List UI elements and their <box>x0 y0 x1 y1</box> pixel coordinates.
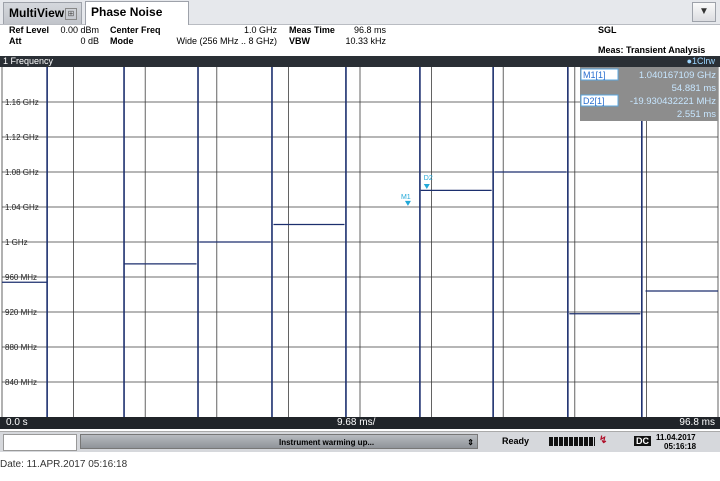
meas-time-label: Meas Time <box>289 25 335 35</box>
y-tick-label: 960 MHz <box>5 273 37 282</box>
d2-marker-tag: D2 <box>424 175 433 182</box>
x-axis-bar: 0.0 s 9.68 ms/ 96.8 ms <box>0 417 720 429</box>
mode-label: Mode <box>110 36 134 46</box>
x-axis-start: 0.0 s <box>6 417 28 428</box>
panel-title: 1 Frequency <box>3 56 54 66</box>
status-time: 05:16:18 <box>664 442 697 451</box>
center-freq-value: 1.0 GHz <box>243 25 277 35</box>
x-axis-end: 96.8 ms <box>679 417 715 428</box>
mode-value: Wide (256 MHz .. 8 GHz) <box>176 36 277 46</box>
status-date: 11.04.2017 <box>656 433 696 442</box>
trace-indicator: ●1Clrw <box>686 56 715 66</box>
tab-phase-noise-label: Phase Noise <box>91 5 163 19</box>
d2-label: D2[1] <box>583 96 605 106</box>
m1-time: 54.881 ms <box>672 83 717 94</box>
ref-level-label: Ref Level <box>9 25 50 35</box>
ready-status: Ready <box>502 436 530 446</box>
ref-level-value: 0.00 dBm <box>60 25 99 35</box>
vbw-label: VBW <box>289 36 310 46</box>
y-tick-label: 880 MHz <box>5 343 37 352</box>
y-tick-label: 840 MHz <box>5 378 37 387</box>
tab-bar: MultiView ⊞ Phase Noise ▼ <box>0 0 720 25</box>
y-tick-label: 1.08 GHz <box>5 168 39 177</box>
panel-title-bar: 1 Frequency ●1Clrw <box>0 56 720 67</box>
x-axis-division: 9.68 ms/ <box>337 417 376 428</box>
chevron-down-icon: ▼ <box>699 6 709 17</box>
y-tick-label: 1.04 GHz <box>5 203 39 212</box>
y-tick-label: 1.16 GHz <box>5 98 39 107</box>
meas-time-value: 96.8 ms <box>353 25 386 35</box>
tab-multiview-label: MultiView <box>9 6 65 20</box>
tab-phase-noise[interactable]: Phase Noise <box>85 1 189 25</box>
scroll-arrows-icon: ⇕ <box>467 438 474 447</box>
warming-indicator[interactable]: Instrument warming up... ⇕ <box>80 434 478 449</box>
d2-time: 2.551 ms <box>677 109 716 120</box>
status-bar: Instrument warming up... ⇕ Ready ↯ DC 11… <box>0 431 720 452</box>
measurement-settings: Ref Level 0.00 dBm Att 0 dB Center Freq … <box>0 25 720 56</box>
d2-frequency: -19.930432221 MHz <box>630 96 716 107</box>
sgl-indicator: SGL <box>598 25 617 35</box>
vbw-value: 10.33 kHz <box>345 36 386 46</box>
m1-marker-tag: M1 <box>401 194 411 201</box>
grid-icon: ⊞ <box>65 8 77 20</box>
dc-coupling-badge: DC <box>634 436 651 446</box>
y-tick-label: 1 GHz <box>5 238 28 247</box>
capture-date: Date: 11.APR.2017 05:16:18 <box>0 459 128 470</box>
dropdown-button[interactable]: ▼ <box>692 2 716 22</box>
network-icon: ↯ <box>599 435 608 446</box>
center-freq-label: Center Freq <box>110 25 161 35</box>
warming-text: Instrument warming up... <box>279 438 375 447</box>
y-tick-label: 920 MHz <box>5 308 37 317</box>
att-value: 0 dB <box>80 36 99 46</box>
marker-table: M1[1] 1.040167109 GHz 54.881 ms D2[1] -1… <box>580 67 718 121</box>
att-label: Att <box>9 36 22 46</box>
m1-frequency: 1.040167109 GHz <box>639 70 716 81</box>
progress-bar <box>549 437 595 446</box>
y-tick-label: 1.12 GHz <box>5 133 39 142</box>
frequency-chart[interactable]: 1.16 GHz 1.12 GHz 1.08 GHz 1.04 GHz 1 GHz 960… <box>0 67 720 417</box>
m1-label: M1[1] <box>583 70 606 80</box>
status-message-box <box>3 434 77 451</box>
tab-multiview[interactable]: MultiView ⊞ <box>3 2 82 24</box>
measurement-type: Meas: Transient Analysis <box>598 45 706 55</box>
